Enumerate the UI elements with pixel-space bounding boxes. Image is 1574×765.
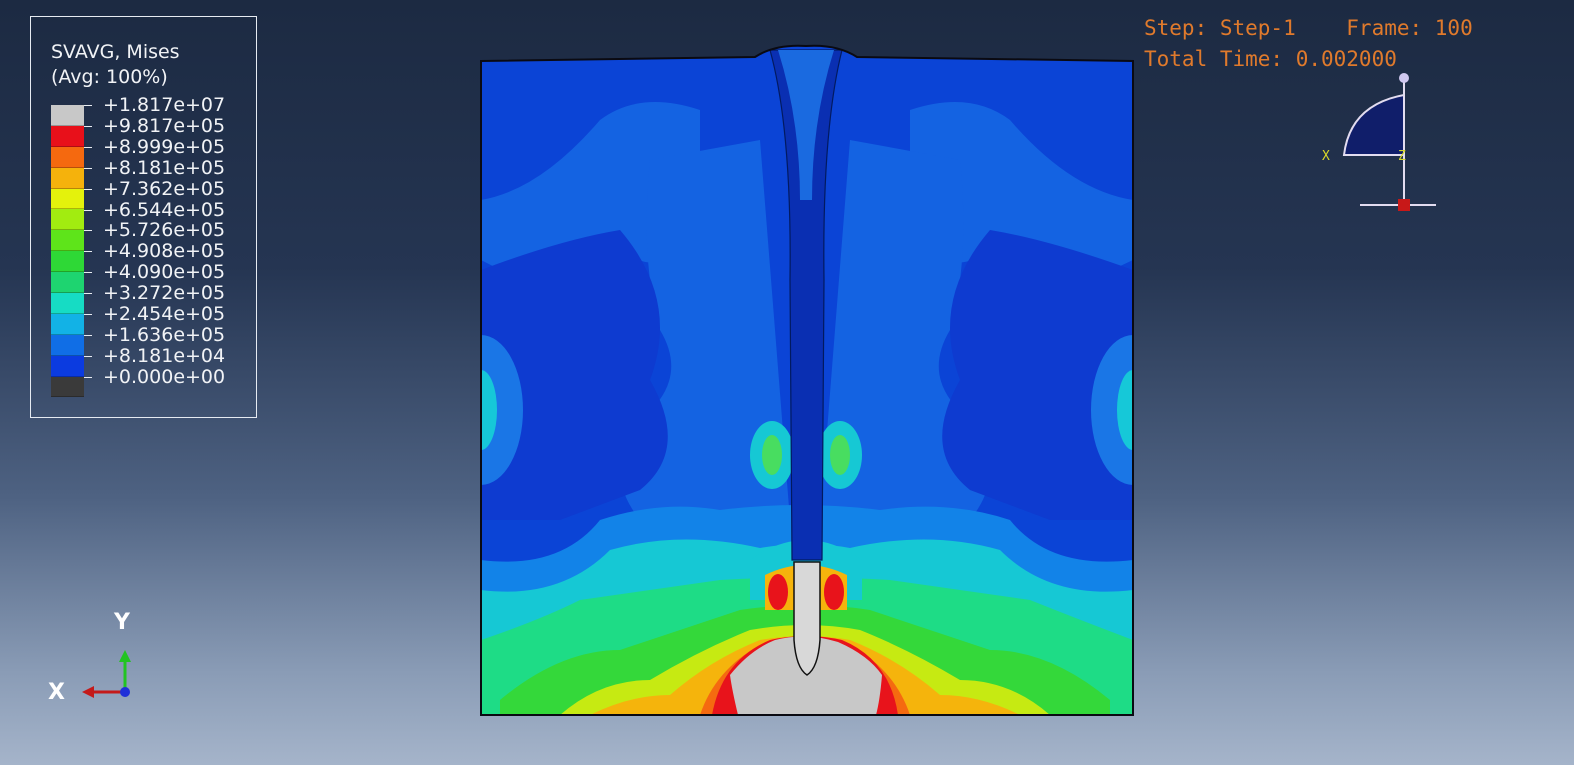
triad-x-label: X xyxy=(48,680,65,705)
triad-y-label: Y xyxy=(114,610,130,635)
triad-z-axis xyxy=(120,687,130,697)
view-x-label: X xyxy=(1322,149,1330,164)
triad-x-arrowhead xyxy=(82,686,94,698)
contour-region xyxy=(824,574,844,610)
view-quadrant xyxy=(1342,93,1405,156)
contour-region xyxy=(768,574,788,610)
viewport[interactable]: X Z xyxy=(0,0,1574,765)
contour-region xyxy=(830,435,850,475)
view-z-label: Z xyxy=(1398,149,1406,164)
contour-region xyxy=(762,435,782,475)
view-top-node xyxy=(1399,73,1409,83)
view-orientation-widget[interactable] xyxy=(1342,73,1436,211)
projectile[interactable] xyxy=(793,561,821,676)
view-origin-marker xyxy=(1398,199,1410,211)
global-axis-triad xyxy=(82,650,131,698)
triad-y-arrowhead xyxy=(119,650,131,662)
fea-contour-model[interactable] xyxy=(439,40,1175,720)
